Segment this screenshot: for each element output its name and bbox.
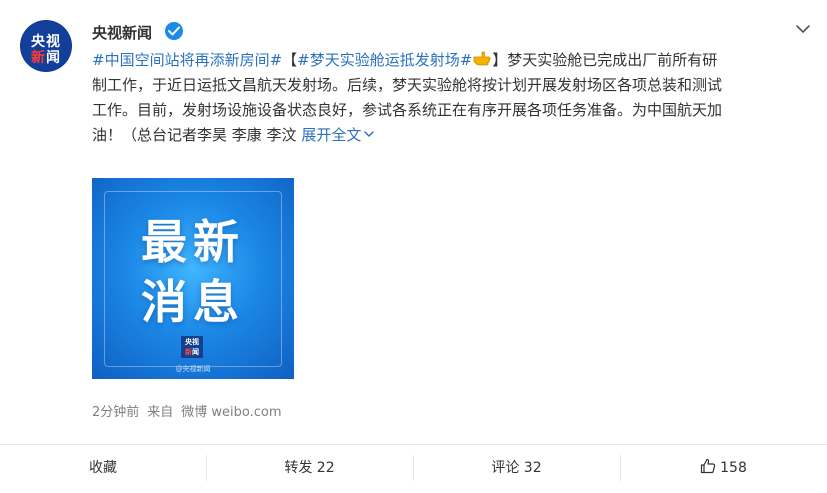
like-count: 158 (720, 460, 747, 476)
image-logo: 央视 新闻 (181, 336, 203, 358)
bracket-open: 【 (282, 51, 298, 69)
image-logo-bottom-left: 新 (185, 348, 192, 356)
pointing-hand-emoji (472, 50, 492, 68)
action-bar: 收藏 转发 22 评论 32 158 (0, 445, 827, 493)
image-logo-top: 央视 (185, 338, 199, 346)
avatar-ring (20, 20, 72, 72)
comment-button[interactable]: 评论 32 (413, 445, 620, 491)
thumbs-up-icon (700, 447, 716, 474)
post-line-3: 工作。目前，发射场设施设备状态良好，参试各系统正在有序开展各项任务准备。为中国航… (92, 101, 723, 119)
post-image[interactable]: 最新 消息 央视 新闻 @央视新闻 (92, 178, 294, 379)
post-source[interactable]: 微博 weibo.com (181, 405, 281, 420)
author-name[interactable]: 央视新闻 (92, 22, 152, 43)
post-line-4: 油！（总台记者李昊 李康 李汶 展开全文 (92, 123, 812, 148)
post-line-4-text: 油！（总台记者李昊 李康 李汶 (92, 126, 302, 144)
post-line-1-text: 】梦天实验舱已完成出厂前所有研 (492, 51, 718, 69)
topic-link-space-station[interactable]: #中国空间站将再添新房间# (92, 51, 282, 69)
post-text: #中国空间站将再添新房间#【#梦天实验舱运抵发射场# 】梦天实验舱已完成出厂前所有… (92, 48, 812, 148)
source-prefix: 来自 (147, 405, 174, 420)
like-button[interactable]: 158 (620, 445, 827, 491)
weibo-post-card: 央视 新闻 央视新闻 #中国空间站将再添新房间#【#梦天实验舱运抵发射场# 】梦天… (0, 0, 827, 493)
post-time[interactable]: 2分钟前 (92, 405, 139, 420)
image-headline-line-1: 最新 (141, 215, 245, 269)
repost-button[interactable]: 转发 22 (206, 445, 413, 491)
image-logo-bottom: 新闻 (181, 347, 203, 357)
topic-link-mengtian[interactable]: #梦天实验舱运抵发射场# (297, 51, 472, 69)
chevron-down-icon[interactable] (795, 22, 811, 36)
collect-button[interactable]: 收藏 (0, 445, 206, 491)
image-headline-line-2: 消息 (141, 275, 245, 329)
avatar[interactable]: 央视 新闻 (20, 20, 72, 72)
expand-label: 展开全文 (301, 126, 362, 144)
verified-icon (165, 22, 183, 40)
post-line-2: 制工作，于近日运抵文昌航天发射场。后续，梦天实验舱将按计划开展发射场区各项总装和… (92, 76, 723, 94)
image-logo-bottom-right: 闻 (192, 348, 199, 356)
post-line-1: #中国空间站将再添新房间#【#梦天实验舱运抵发射场# 】梦天实验舱已完成出厂前所有… (92, 48, 812, 73)
image-watermark: @央视新闻 (175, 365, 211, 373)
post-meta: 2分钟前 来自 微博 weibo.com (92, 401, 290, 420)
expand-chevron-icon (364, 131, 375, 137)
expand-full-text-link[interactable]: 展开全文 (301, 126, 375, 144)
